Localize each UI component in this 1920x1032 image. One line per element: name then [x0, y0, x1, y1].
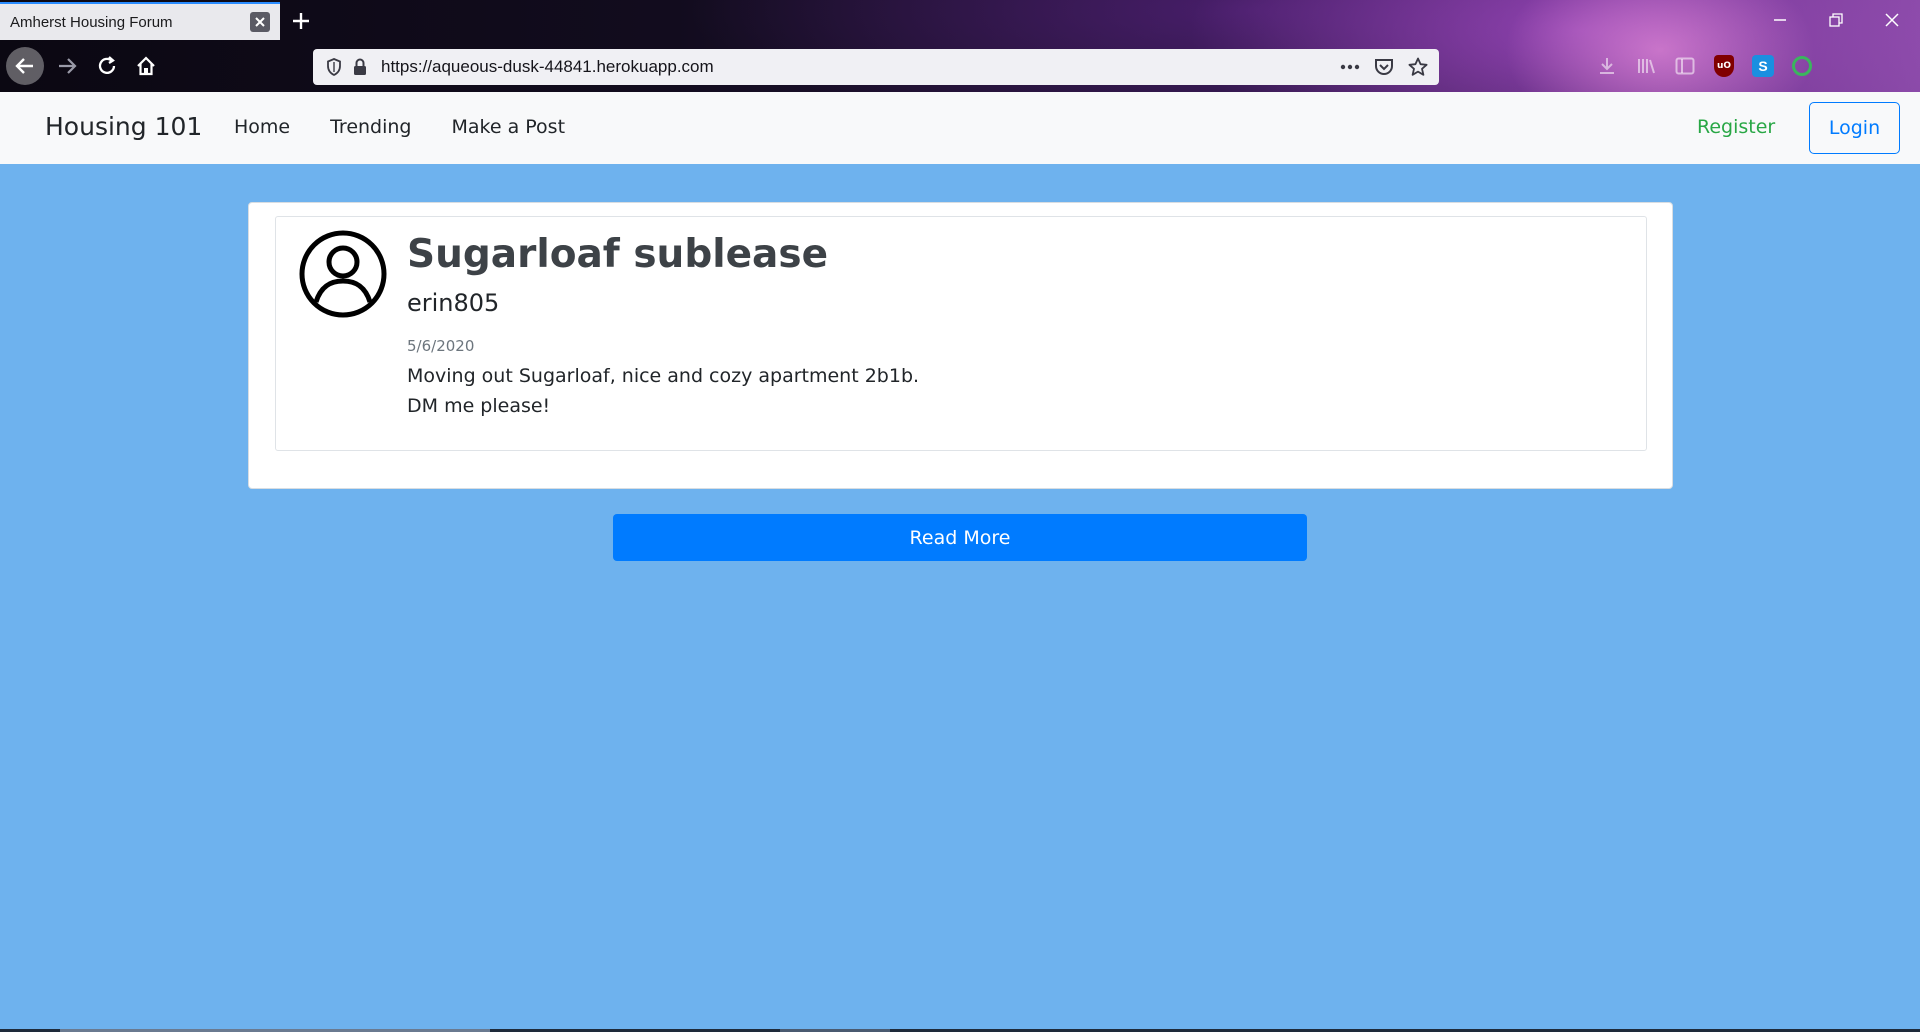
back-arrow-icon[interactable] [6, 47, 44, 85]
login-button[interactable]: Login [1809, 102, 1900, 154]
lock-icon[interactable] [347, 54, 373, 80]
post-card[interactable]: Sugarloaf sublease erin805 5/6/2020 Movi… [275, 216, 1647, 451]
browser-tab[interactable]: Amherst Housing Forum [0, 2, 280, 40]
post-title[interactable]: Sugarloaf sublease [407, 232, 828, 277]
address-bar[interactable]: https://aqueous-dusk-44841.herokuapp.com [313, 49, 1439, 85]
sync-icon[interactable] [1785, 50, 1819, 82]
post-author: erin805 [407, 289, 500, 317]
skype-icon[interactable]: S [1746, 50, 1780, 82]
browser-toolbar: https://aqueous-dusk-44841.herokuapp.com [0, 40, 1920, 92]
reload-icon[interactable] [88, 47, 126, 85]
ublock-badge: uO [1714, 55, 1734, 77]
site-brand[interactable]: Housing 101 [45, 112, 202, 141]
tab-title: Amherst Housing Forum [10, 13, 173, 31]
post-date: 5/6/2020 [407, 337, 475, 355]
skype-badge: S [1752, 55, 1774, 77]
nav-make-post-link[interactable]: Make a Post [452, 116, 566, 138]
tracking-shield-icon[interactable] [321, 54, 347, 80]
posts-container: Sugarloaf sublease erin805 5/6/2020 Movi… [248, 202, 1673, 489]
read-more-button[interactable]: Read More [613, 514, 1307, 561]
tab-bar: Amherst Housing Forum [0, 0, 1920, 40]
close-window-icon[interactable] [1864, 0, 1920, 40]
register-link[interactable]: Register [1697, 116, 1775, 138]
page-actions-ellipsis-icon[interactable] [1337, 54, 1363, 80]
nav-home-link[interactable]: Home [234, 116, 290, 138]
sidebar-icon[interactable] [1668, 50, 1702, 82]
url-text[interactable]: https://aqueous-dusk-44841.herokuapp.com [381, 57, 1329, 77]
post-body-line: DM me please! [407, 395, 551, 417]
restore-icon[interactable] [1808, 0, 1864, 40]
new-tab-button[interactable] [286, 6, 316, 36]
browser-chrome: Amherst Housing Forum https://aqueous-du… [0, 0, 1920, 92]
site-navbar: Housing 101 Home Trending Make a Post Re… [0, 92, 1920, 164]
post-body: Moving out Sugarloaf, nice and cozy apar… [407, 361, 919, 421]
user-avatar-icon [299, 230, 387, 318]
bookmark-star-icon[interactable] [1405, 54, 1431, 80]
home-icon[interactable] [127, 47, 165, 85]
ublock-icon[interactable]: uO [1707, 50, 1741, 82]
tab-close-icon[interactable] [250, 12, 270, 32]
nav-links: Home Trending Make a Post [234, 116, 605, 138]
forward-arrow-icon[interactable] [48, 47, 86, 85]
library-icon[interactable] [1629, 50, 1663, 82]
window-controls [1752, 0, 1920, 40]
downloads-icon[interactable] [1590, 50, 1624, 82]
post-body-line: Moving out Sugarloaf, nice and cozy apar… [407, 365, 920, 387]
nav-trending-link[interactable]: Trending [330, 116, 411, 138]
minimize-icon[interactable] [1752, 0, 1808, 40]
toolbar-extensions: uO S [1590, 50, 1824, 82]
pocket-icon[interactable] [1371, 54, 1397, 80]
